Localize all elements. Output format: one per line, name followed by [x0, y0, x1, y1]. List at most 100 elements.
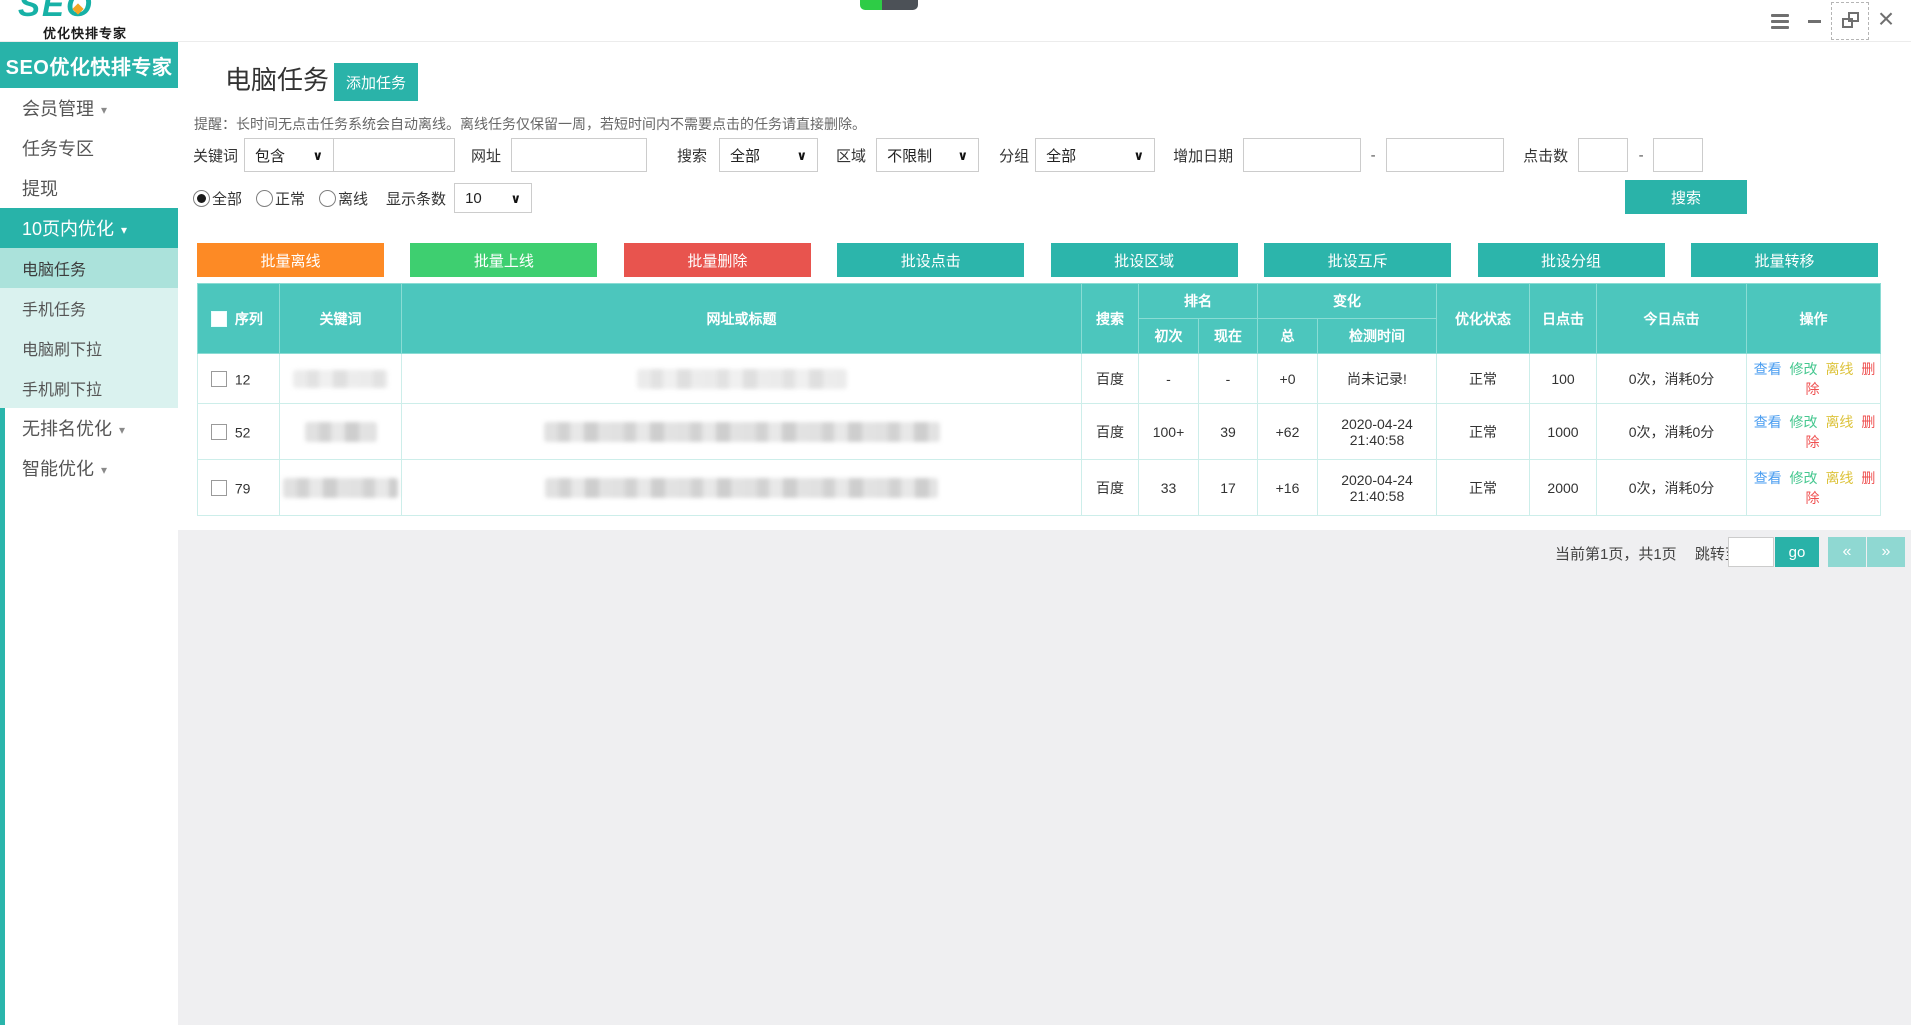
sidebar: SEO优化快排专家 会员管理 任务专区 提现 10页内优化 电脑任务 手机任务 …: [0, 42, 178, 1025]
radio-label: 正常: [275, 188, 305, 209]
edit-link[interactable]: 修改: [1790, 414, 1818, 430]
menu-list-icon[interactable]: [1763, 4, 1797, 38]
offline-link[interactable]: 离线: [1825, 414, 1853, 430]
add-task-button[interactable]: 添加任务: [334, 63, 418, 101]
url-input[interactable]: [511, 138, 647, 172]
batch-set-region-button[interactable]: 批设区域: [1051, 243, 1238, 277]
region-select[interactable]: 不限制: [876, 138, 979, 172]
offline-link[interactable]: 离线: [1825, 470, 1853, 486]
row-today-clicks: 0次，消耗0分: [1597, 404, 1747, 460]
row-change-total: +62: [1258, 404, 1318, 460]
screen-capture-pill: [860, 0, 918, 10]
engine-select[interactable]: 全部: [719, 138, 818, 172]
sidebar-subitem-pc-dropdown[interactable]: 电脑刷下拉: [0, 328, 178, 368]
table-row: 79 百度 33 17 +16 2020-04-24 21:40:58 正常 2…: [198, 460, 1881, 516]
header-change-time: 检测时间: [1318, 319, 1437, 354]
header-status: 优化状态: [1437, 284, 1530, 354]
status-radio-all[interactable]: 全部: [193, 188, 242, 209]
clicks-from-input[interactable]: [1578, 138, 1628, 172]
minimize-button[interactable]: [1797, 4, 1831, 38]
edit-link[interactable]: 修改: [1790, 470, 1818, 486]
chevron-down-icon: [796, 147, 807, 164]
sidebar-subitem-mobile-dropdown[interactable]: 手机刷下拉: [0, 368, 178, 408]
status-radio-normal[interactable]: 正常: [256, 188, 305, 209]
blurred-keyword: [293, 370, 388, 388]
selected-value: 不限制: [887, 145, 932, 166]
group-select[interactable]: 全部: [1035, 138, 1155, 172]
edit-link[interactable]: 修改: [1790, 361, 1818, 377]
row-checkbox[interactable]: [211, 424, 227, 440]
row-checkbox[interactable]: [211, 371, 227, 387]
batch-set-clicks-button[interactable]: 批设点击: [837, 243, 1024, 277]
row-change-total: +0: [1258, 354, 1318, 404]
row-checkbox[interactable]: [211, 480, 227, 496]
keyword-input[interactable]: [333, 138, 455, 172]
sidebar-item-label: 10页内优化: [22, 215, 114, 241]
clicks-label: 点击数: [1523, 145, 1568, 166]
pagination-summary: 当前第1页，共1页: [1555, 546, 1677, 563]
pagination-next-button[interactable]: »: [1867, 537, 1905, 567]
sidebar-item-withdraw[interactable]: 提现: [0, 168, 178, 208]
sidebar-item-label: 任务专区: [22, 135, 94, 161]
page-size-label: 显示条数: [386, 188, 446, 209]
batch-set-exclusion-button[interactable]: 批设互斥: [1264, 243, 1451, 277]
caret-down-icon: [94, 98, 107, 119]
batch-offline-button[interactable]: 批量离线: [197, 243, 384, 277]
selected-value: 全部: [1046, 145, 1076, 166]
header-rank-group: 排名: [1139, 284, 1258, 319]
view-link[interactable]: 查看: [1754, 414, 1782, 430]
caret-down-icon: [94, 458, 107, 479]
sidebar-subitem-pc-tasks[interactable]: 电脑任务: [0, 248, 178, 288]
sidebar-subitem-mobile-tasks[interactable]: 手机任务: [0, 288, 178, 328]
header-actions: 操作: [1747, 284, 1881, 354]
batch-transfer-button[interactable]: 批量转移: [1691, 243, 1878, 277]
pagination-page-input[interactable]: [1728, 537, 1774, 567]
batch-online-button[interactable]: 批量上线: [410, 243, 597, 277]
filter-row: 关键词 包含 网址 搜索 全部 区域 不限制 分组 全部 增加日: [193, 138, 1703, 172]
header-today-clicks: 今日点击: [1597, 284, 1747, 354]
offline-link[interactable]: 离线: [1825, 361, 1853, 377]
pagination-go-button[interactable]: go: [1775, 537, 1819, 567]
radio-label: 离线: [338, 188, 368, 209]
date-label: 增加日期: [1173, 145, 1233, 166]
row-today-clicks: 0次，消耗0分: [1597, 354, 1747, 404]
date-from-input[interactable]: [1243, 138, 1361, 172]
capture-dark-segment: [882, 0, 918, 10]
left-accent-strip: [0, 408, 5, 1025]
app-window: SEO 优化快排专家 SEO优化快排专家 会员管理 任务专区 提现 10页内优化: [0, 0, 1911, 1025]
sidebar-subitem-label: 电脑刷下拉: [22, 336, 102, 360]
row-change-time: 2020-04-24 21:40:58: [1318, 404, 1437, 460]
window-controls: [1763, 0, 1903, 42]
keyword-label: 关键词: [193, 145, 238, 166]
app-logo: SEO 优化快排专家: [18, 0, 178, 42]
close-button[interactable]: [1869, 4, 1903, 38]
batch-delete-button[interactable]: 批量删除: [624, 243, 811, 277]
sidebar-item-norank-optimization[interactable]: 无排名优化: [0, 408, 178, 448]
sidebar-item-member-management[interactable]: 会员管理: [0, 88, 178, 128]
status-radio-offline[interactable]: 离线: [319, 188, 368, 209]
pagination-prev-button[interactable]: «: [1828, 537, 1866, 567]
select-all-checkbox[interactable]: [211, 311, 227, 327]
view-link[interactable]: 查看: [1754, 361, 1782, 377]
sidebar-subitem-label: 电脑任务: [22, 256, 86, 280]
logo-subtext: 优化快排专家: [43, 23, 127, 42]
sidebar-item-top10-optimization[interactable]: 10页内优化: [0, 208, 178, 248]
keyword-mode-select[interactable]: 包含: [244, 138, 334, 172]
sidebar-item-task-zone[interactable]: 任务专区: [0, 128, 178, 168]
view-link[interactable]: 查看: [1754, 470, 1782, 486]
date-to-input[interactable]: [1386, 138, 1504, 172]
row-daily-clicks: 2000: [1530, 460, 1597, 516]
restore-button[interactable]: [1831, 2, 1869, 40]
radio-selected-icon: [193, 190, 210, 207]
clicks-to-input[interactable]: [1653, 138, 1703, 172]
search-button[interactable]: 搜索: [1625, 180, 1747, 214]
page-size-select[interactable]: 10: [454, 183, 532, 213]
sidebar-item-label: 智能优化: [22, 455, 94, 481]
url-label: 网址: [471, 145, 501, 166]
batch-set-group-button[interactable]: 批设分组: [1478, 243, 1665, 277]
batch-actions-row: 批量离线 批量上线 批量删除 批设点击 批设区域 批设互斥 批设分组 批量转移: [197, 243, 1878, 277]
header-engine: 搜索: [1082, 284, 1139, 354]
sidebar-item-smart-optimization[interactable]: 智能优化: [0, 448, 178, 488]
row-change-time: 2020-04-24 21:40:58: [1318, 460, 1437, 516]
chevron-down-icon: [958, 147, 969, 164]
